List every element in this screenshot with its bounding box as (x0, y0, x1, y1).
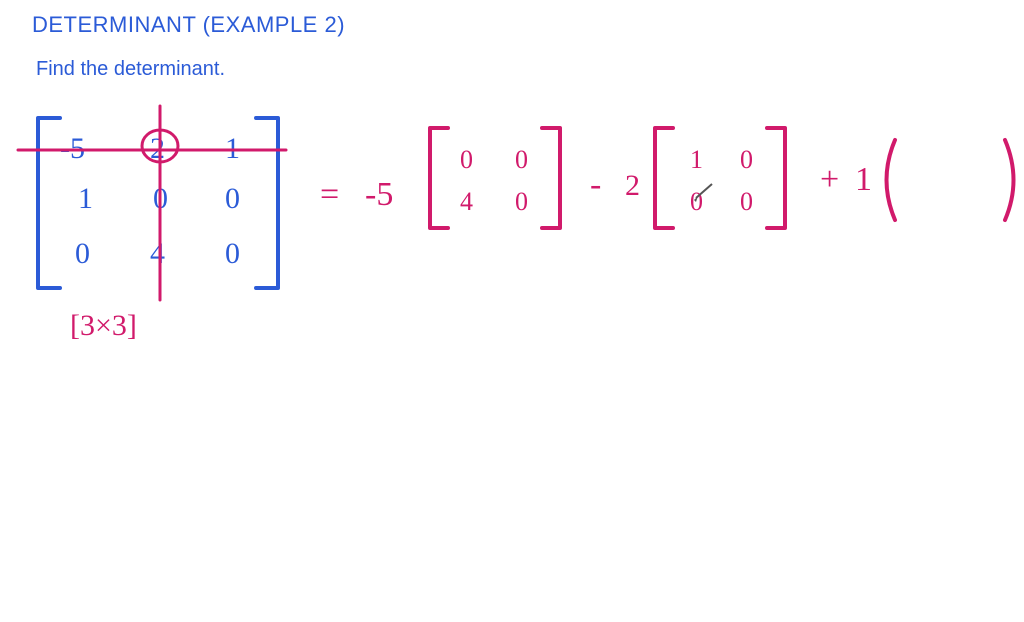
svg-text:0: 0 (740, 187, 753, 216)
m20: 0 (75, 237, 90, 270)
svg-text:0: 0 (515, 187, 528, 216)
m22: 0 (225, 237, 240, 270)
svg-text:0: 0 (740, 145, 753, 174)
svg-text:0: 0 (460, 145, 473, 174)
term2-minor: 1 0 0 0 (690, 145, 753, 216)
m10: 1 (78, 182, 93, 215)
svg-text:4: 4 (460, 187, 473, 216)
equals: = (320, 176, 339, 213)
term3-op: + (820, 161, 839, 198)
whiteboard-canvas: -5 2 1 1 0 0 0 4 0 [3×3] = -5 0 0 4 0 - … (0, 0, 1024, 622)
term2-brackets (655, 128, 785, 228)
term3-coef: 1 (855, 161, 872, 198)
term1-brackets (430, 128, 560, 228)
term2-coef: 2 (625, 169, 640, 202)
matrix-size-label: [3×3] (70, 309, 137, 342)
term3-parens (887, 140, 1014, 220)
svg-text:0: 0 (515, 145, 528, 174)
m21: 4 (150, 237, 165, 270)
matrix-entries: -5 2 1 1 0 0 0 4 0 (60, 132, 240, 270)
term2-op: - (590, 166, 601, 203)
svg-text:0: 0 (690, 187, 703, 216)
m12: 0 (225, 182, 240, 215)
svg-text:1: 1 (690, 145, 703, 174)
term1-minor: 0 0 4 0 (460, 145, 528, 216)
term1-coef: -5 (365, 176, 393, 213)
